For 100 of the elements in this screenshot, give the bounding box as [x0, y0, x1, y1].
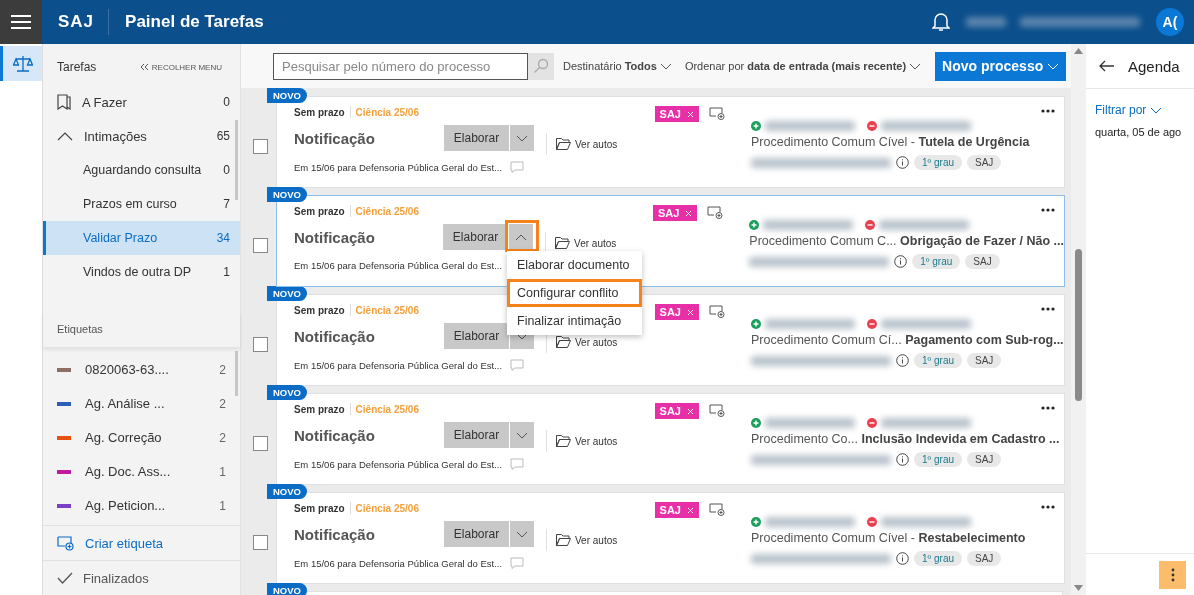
sidebar-item[interactable]: Validar Prazo 34 — [43, 221, 240, 255]
info-icon[interactable] — [896, 552, 909, 565]
menu-item[interactable]: Elaborar documento — [507, 251, 642, 279]
add-label-icon[interactable] — [709, 503, 727, 517]
plus-circle-icon — [751, 517, 761, 527]
sort-dropdown[interactable]: Ordenar por data de entrada (mais recente) — [684, 60, 922, 72]
close-icon[interactable] — [687, 110, 694, 118]
view-records-link[interactable]: Ver autos — [546, 529, 618, 551]
tag-chip[interactable]: SAJ — [654, 304, 699, 320]
more-icon[interactable] — [1041, 307, 1055, 311]
add-label-icon[interactable] — [709, 107, 727, 121]
process-subject: Pagamento com Sub-rog... — [905, 333, 1064, 347]
assignment-note: Em 15/06 para Defensoria Pública Geral do Est... — [294, 458, 503, 470]
info-icon[interactable] — [896, 156, 909, 169]
search-field[interactable]: Pesquisar pelo número do processo — [273, 52, 528, 80]
label-item[interactable]: 0820063-63.... 2 — [43, 352, 240, 387]
menu-icon — [11, 15, 31, 29]
minus-circle-icon — [867, 319, 877, 329]
more-icon[interactable] — [1041, 406, 1055, 410]
elaborate-button[interactable]: Elaborar — [444, 422, 509, 448]
tag-chip[interactable]: SAJ — [654, 403, 699, 419]
checkbox[interactable] — [253, 534, 268, 550]
folder-icon — [555, 237, 571, 249]
task-title: Notificação — [294, 426, 375, 444]
finished-link[interactable]: Finalizados — [43, 561, 240, 595]
tag-chip[interactable]: SAJ — [654, 106, 699, 122]
filter-dropdown[interactable]: Filtrar por — [1086, 89, 1194, 117]
section-title: Etiquetas — [43, 311, 240, 347]
assignment-note: Em 15/06 para Defensoria Pública Geral do Est... — [294, 557, 503, 569]
chevron-down-icon — [1047, 62, 1060, 70]
add-label-icon[interactable] — [709, 404, 727, 418]
user-avatar[interactable]: A( — [1156, 8, 1184, 36]
assignment-note: Em 15/06 para Defensoria Pública Geral do Est... — [294, 260, 503, 271]
scroll-up-icon[interactable] — [1074, 48, 1083, 54]
view-records-link[interactable]: Ver autos — [546, 430, 618, 452]
scrollbar-thumb[interactable] — [1075, 249, 1082, 401]
view-records-link[interactable]: Ver autos — [546, 133, 618, 155]
label-item[interactable]: Ag. Peticion... 1 — [43, 488, 240, 523]
elaborate-button[interactable]: Elaborar — [444, 323, 509, 349]
back-arrow-icon[interactable] — [1099, 60, 1115, 72]
more-icon[interactable] — [1041, 208, 1055, 212]
court-chip: 1º grau — [914, 452, 962, 467]
court-chip: SAJ — [965, 254, 1000, 269]
checkbox[interactable] — [253, 336, 268, 352]
sidebar-item[interactable]: Intimações 65 — [43, 119, 240, 153]
label-item[interactable]: Ag. Doc. Ass... 1 — [43, 454, 240, 489]
task-title: Notificação — [294, 228, 375, 246]
minus-circle-icon — [867, 121, 877, 131]
recipient-dropdown[interactable]: Destinatário Todos — [563, 60, 672, 72]
sidebar-item[interactable]: Prazos em curso 7 — [43, 187, 240, 221]
create-label-link[interactable]: Criar etiqueta — [43, 526, 240, 562]
close-icon[interactable] — [685, 209, 693, 217]
sidebar-item[interactable]: Aguardando consulta 0 — [43, 153, 240, 187]
view-records-link[interactable]: Ver autos — [546, 331, 618, 353]
label-item[interactable]: Ag. Correção 2 — [43, 420, 240, 455]
collapse-menu-link[interactable]: RECOLHER MENU — [139, 62, 222, 72]
date-text: quarta, 05 de ago — [1094, 125, 1183, 138]
deadline-text: Sem prazo — [294, 403, 345, 415]
close-icon[interactable] — [687, 407, 694, 415]
checkbox[interactable] — [253, 138, 268, 154]
info-icon[interactable] — [896, 354, 909, 367]
more-icon[interactable] — [1041, 109, 1055, 113]
minus-circle-icon — [867, 517, 877, 527]
view-records-link[interactable]: Ver autos — [545, 232, 617, 254]
more-button[interactable] — [1159, 560, 1186, 589]
panel-title: Agenda — [1128, 57, 1180, 75]
folder-icon — [556, 435, 571, 447]
sidebar-item[interactable]: A Fazer 0 — [43, 85, 240, 119]
bell-icon[interactable] — [932, 12, 950, 32]
section-title: Tarefas — [57, 60, 97, 74]
search-button[interactable] — [528, 52, 554, 80]
page-title: Painel de Tarefas — [125, 12, 264, 32]
add-label-icon[interactable] — [709, 305, 727, 319]
process-class: Procedimento Comum Cível - — [751, 531, 915, 545]
close-icon[interactable] — [687, 308, 694, 316]
checkbox[interactable] — [253, 435, 268, 451]
tag-chip[interactable]: SAJ — [652, 205, 698, 221]
more-icon[interactable] — [1041, 505, 1055, 509]
elaborate-button[interactable]: Elaborar — [444, 125, 509, 151]
elaborate-button[interactable]: Elaborar — [444, 521, 509, 547]
menu-button[interactable] — [0, 0, 42, 44]
task-title: Notificação — [294, 525, 375, 543]
bookmark-icon — [57, 94, 71, 110]
info-icon[interactable] — [896, 453, 909, 466]
scroll-down-icon[interactable] — [1074, 585, 1083, 591]
court-chip: 1º grau — [914, 551, 962, 566]
close-icon[interactable] — [687, 506, 694, 514]
add-label-icon[interactable] — [707, 206, 726, 220]
search-icon — [533, 58, 549, 74]
new-badge: NOVO — [267, 385, 307, 400]
label-item[interactable]: Ag. Análise ... 2 — [43, 386, 240, 421]
tasks-nav-button[interactable] — [0, 46, 42, 81]
tag-chip[interactable]: SAJ — [654, 502, 699, 518]
task-title: Notificação — [294, 327, 375, 345]
court-chip: SAJ — [967, 155, 1002, 170]
sidebar-item[interactable]: Vindos de outra DP 1 — [43, 255, 240, 289]
new-process-button[interactable]: Novo processo — [935, 51, 1067, 81]
process-class: Procedimento Co... — [751, 432, 858, 446]
info-icon[interactable] — [894, 255, 908, 268]
checkbox[interactable] — [253, 237, 268, 253]
